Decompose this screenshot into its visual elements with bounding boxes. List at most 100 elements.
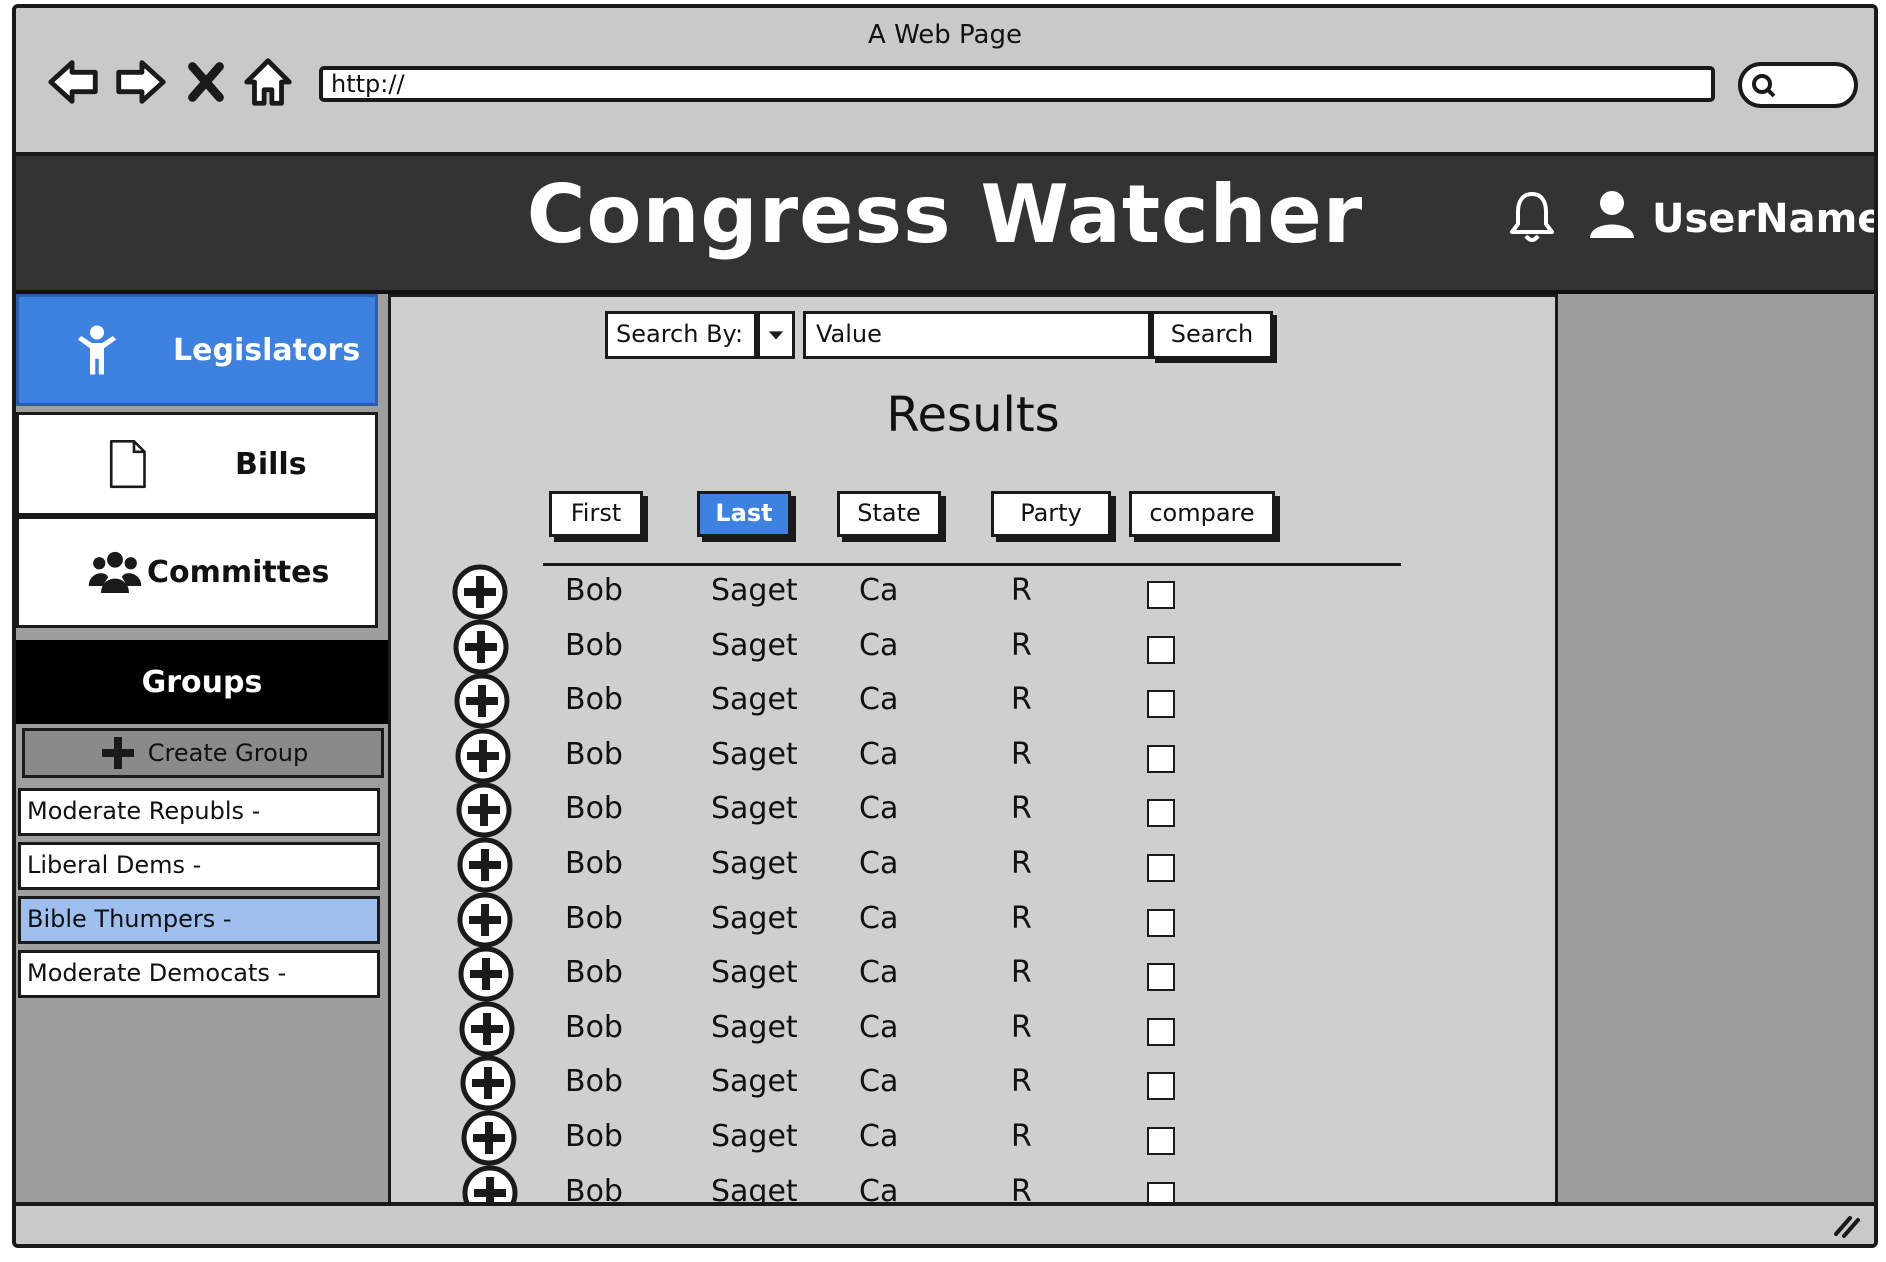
compare-checkbox[interactable]: [1147, 635, 1175, 664]
state-cell: Ca: [859, 1009, 899, 1045]
search-by-select[interactable]: Search By:: [605, 311, 757, 359]
home-icon: [244, 58, 292, 106]
last-name-cell: Saget: [711, 682, 798, 718]
nav-item-legislators[interactable]: Legislators: [16, 294, 378, 406]
nav-label: Bills: [235, 446, 307, 482]
back-button[interactable]: [44, 52, 104, 112]
state-cell: Ca: [859, 900, 899, 936]
party-cell: R: [1011, 736, 1032, 772]
forward-button[interactable]: [110, 52, 170, 112]
notification-bell-icon[interactable]: [1502, 186, 1562, 246]
create-group-label: Create Group: [147, 739, 309, 767]
last-name-cell: Saget: [711, 955, 798, 991]
compare-checkbox[interactable]: [1147, 963, 1175, 992]
sort-last-button[interactable]: Last: [697, 491, 791, 537]
first-name-cell: Bob: [565, 627, 623, 663]
state-cell: Ca: [859, 736, 899, 772]
add-legislator-icon[interactable]: [451, 563, 509, 621]
search-by-dropdown-button[interactable]: [757, 311, 795, 359]
compare-checkbox[interactable]: [1147, 799, 1175, 828]
compare-checkbox[interactable]: [1147, 744, 1175, 773]
person-icon: [65, 318, 129, 382]
first-name-cell: Bob: [565, 573, 623, 608]
resize-grip-icon[interactable]: [1832, 1212, 1862, 1238]
home-button[interactable]: [238, 52, 298, 112]
table-row: Bob Saget Ca R: [391, 782, 1551, 839]
group-icon: [83, 540, 147, 604]
group-item[interactable]: Liberal Dems -: [18, 842, 380, 890]
first-name-cell: Bob: [565, 955, 623, 991]
table-row: Bob Saget Ca R: [391, 1110, 1551, 1167]
back-arrow-icon: [48, 60, 98, 104]
chevron-down-icon: [768, 331, 784, 340]
nav-label: Legislators: [173, 332, 361, 368]
group-item[interactable]: Moderate Democats -: [18, 950, 380, 998]
add-legislator-icon[interactable]: [456, 891, 514, 949]
add-legislator-icon[interactable]: [456, 836, 514, 894]
add-legislator-icon[interactable]: [457, 945, 515, 1003]
party-cell: R: [1011, 627, 1032, 663]
document-icon: [95, 432, 159, 496]
create-group-button[interactable]: Create Group: [22, 728, 384, 778]
results-divider: [543, 563, 1401, 566]
table-row: Bob Saget Ca R: [391, 564, 1551, 621]
party-cell: R: [1011, 955, 1032, 991]
sort-party-button[interactable]: Party: [991, 491, 1111, 537]
first-name-cell: Bob: [565, 1119, 623, 1154]
sort-first-button[interactable]: First: [549, 491, 643, 537]
compare-checkbox[interactable]: [1147, 1017, 1175, 1046]
table-row: Bob Saget Ca R: [391, 673, 1551, 730]
state-cell: Ca: [859, 682, 899, 718]
state-cell: Ca: [859, 846, 899, 881]
last-name-cell: Saget: [711, 1119, 798, 1154]
first-name-cell: Bob: [565, 682, 623, 718]
search-value-input[interactable]: Value: [803, 311, 1151, 359]
last-name-cell: Saget: [711, 900, 798, 936]
first-name-cell: Bob: [565, 846, 623, 881]
state-cell: Ca: [859, 627, 899, 663]
sort-state-button[interactable]: State: [837, 491, 941, 537]
browser-chrome: A Web Page http://: [16, 8, 1874, 156]
add-legislator-icon[interactable]: [452, 618, 510, 676]
window-title: A Web Page: [868, 20, 1022, 50]
browser-search-box[interactable]: [1738, 62, 1858, 108]
table-row: Bob Saget Ca R: [391, 946, 1551, 1003]
compare-checkbox[interactable]: [1147, 690, 1175, 719]
last-name-cell: Saget: [711, 1064, 798, 1100]
table-row: Bob Saget Ca R: [391, 1001, 1551, 1058]
table-row: Bob Saget Ca R: [391, 892, 1551, 949]
compare-checkbox[interactable]: [1147, 854, 1175, 882]
user-icon[interactable]: [1586, 188, 1638, 240]
username-label[interactable]: UserName: [1652, 196, 1874, 242]
add-legislator-icon[interactable]: [458, 1000, 516, 1058]
party-cell: R: [1011, 1009, 1032, 1045]
add-legislator-icon[interactable]: [460, 1109, 518, 1167]
table-row: Bob Saget Ca R: [391, 1055, 1551, 1112]
nav-item-bills[interactable]: Bills: [16, 412, 378, 516]
results-title: Results: [886, 387, 1060, 443]
party-cell: R: [1011, 573, 1032, 608]
nav-item-committes[interactable]: Committes: [16, 516, 378, 628]
last-name-cell: Saget: [711, 627, 798, 663]
table-row: Bob Saget Ca R: [391, 837, 1551, 894]
compare-checkbox[interactable]: [1147, 908, 1175, 937]
compare-checkbox[interactable]: [1147, 581, 1175, 609]
add-legislator-icon[interactable]: [454, 727, 512, 785]
state-cell: Ca: [859, 1064, 899, 1100]
add-legislator-icon[interactable]: [453, 672, 511, 730]
state-cell: Ca: [859, 573, 899, 608]
add-legislator-icon[interactable]: [459, 1054, 517, 1112]
compare-button[interactable]: compare: [1129, 491, 1275, 537]
last-name-cell: Saget: [711, 1009, 798, 1045]
group-item[interactable]: Moderate Republs -: [18, 788, 380, 836]
group-item-selected[interactable]: Bible Thumpers -: [18, 896, 380, 944]
compare-checkbox[interactable]: [1147, 1127, 1175, 1155]
address-bar[interactable]: http://: [319, 66, 1715, 102]
search-button[interactable]: Search: [1151, 311, 1273, 359]
first-name-cell: Bob: [565, 900, 623, 936]
compare-checkbox[interactable]: [1147, 1072, 1175, 1101]
stop-button[interactable]: [176, 52, 236, 112]
party-cell: R: [1011, 1064, 1032, 1100]
results-panel: Search By: Value Search Results First La…: [388, 294, 1558, 1221]
add-legislator-icon[interactable]: [455, 781, 513, 839]
